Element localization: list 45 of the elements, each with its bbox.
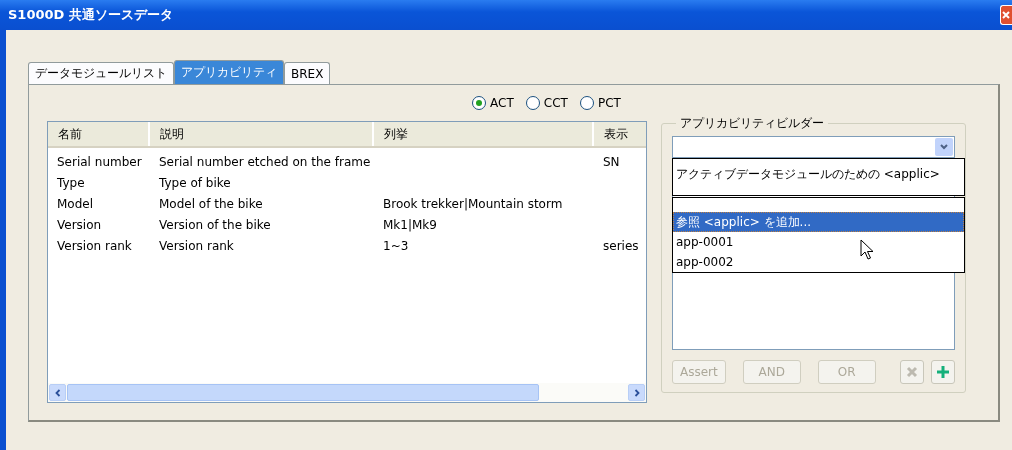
table-cell: Type [57,175,85,190]
column-header[interactable]: 名前 [48,122,150,146]
radio-option[interactable]: PCT [579,96,621,110]
window-title: S1000D 共通ソースデータ [8,6,173,24]
table-cell: Mk1|Mk9 [383,217,437,232]
table-cell: Version [57,217,102,232]
table-cell: Brook trekker|Mountain storm [383,196,563,211]
column-header[interactable]: 列挙 [374,122,594,146]
table-cell: Serial number [57,154,142,169]
radio-button[interactable] [472,96,487,110]
horizontal-scrollbar[interactable] [48,383,646,402]
table-cell: SN [603,154,620,169]
tab[interactable]: データモジュールリスト [28,62,174,84]
delete-icon [905,366,918,378]
table-cell: Version rank [159,238,234,253]
cursor-icon [860,239,876,261]
table-cell: Model of the bike [159,196,263,211]
popup-heading: アクティブデータモジュールのための <applic> [672,158,965,196]
column-header[interactable]: 表示 [594,122,646,146]
close-button[interactable] [1000,5,1012,25]
table-cell: Version of the bike [159,217,271,232]
group-title: アプリカビリティビルダー [679,115,825,132]
radio-button[interactable] [579,96,594,110]
list-item[interactable]: app-0001 [673,232,964,252]
scroll-thumb[interactable] [67,384,539,401]
table-cell: series [603,238,639,253]
table-cell: Type of bike [159,175,231,190]
list-item[interactable]: app-0002 [673,252,964,272]
close-icon [1001,10,1011,20]
table-cell: Serial number etched on the frame [159,154,371,169]
column-header[interactable]: 説明 [150,122,374,146]
table-cell: Version rank [57,238,132,253]
tab[interactable]: BREX [284,62,331,84]
scroll-left-button[interactable] [49,384,66,401]
table-cell: 1~3 [383,238,409,253]
tab[interactable]: アプリカビリティ [174,60,284,84]
applic-dropdown[interactable] [672,136,955,158]
list-item[interactable]: 参照 <applic> を追加... [673,212,964,232]
plus-icon [935,365,950,379]
radio-option[interactable]: ACT [472,96,514,110]
radio-option[interactable]: CCT [525,96,568,110]
scroll-right-button[interactable] [628,384,645,401]
radio-button[interactable] [525,96,540,110]
table-cell: Model [57,196,94,211]
add-button[interactable] [930,360,955,384]
